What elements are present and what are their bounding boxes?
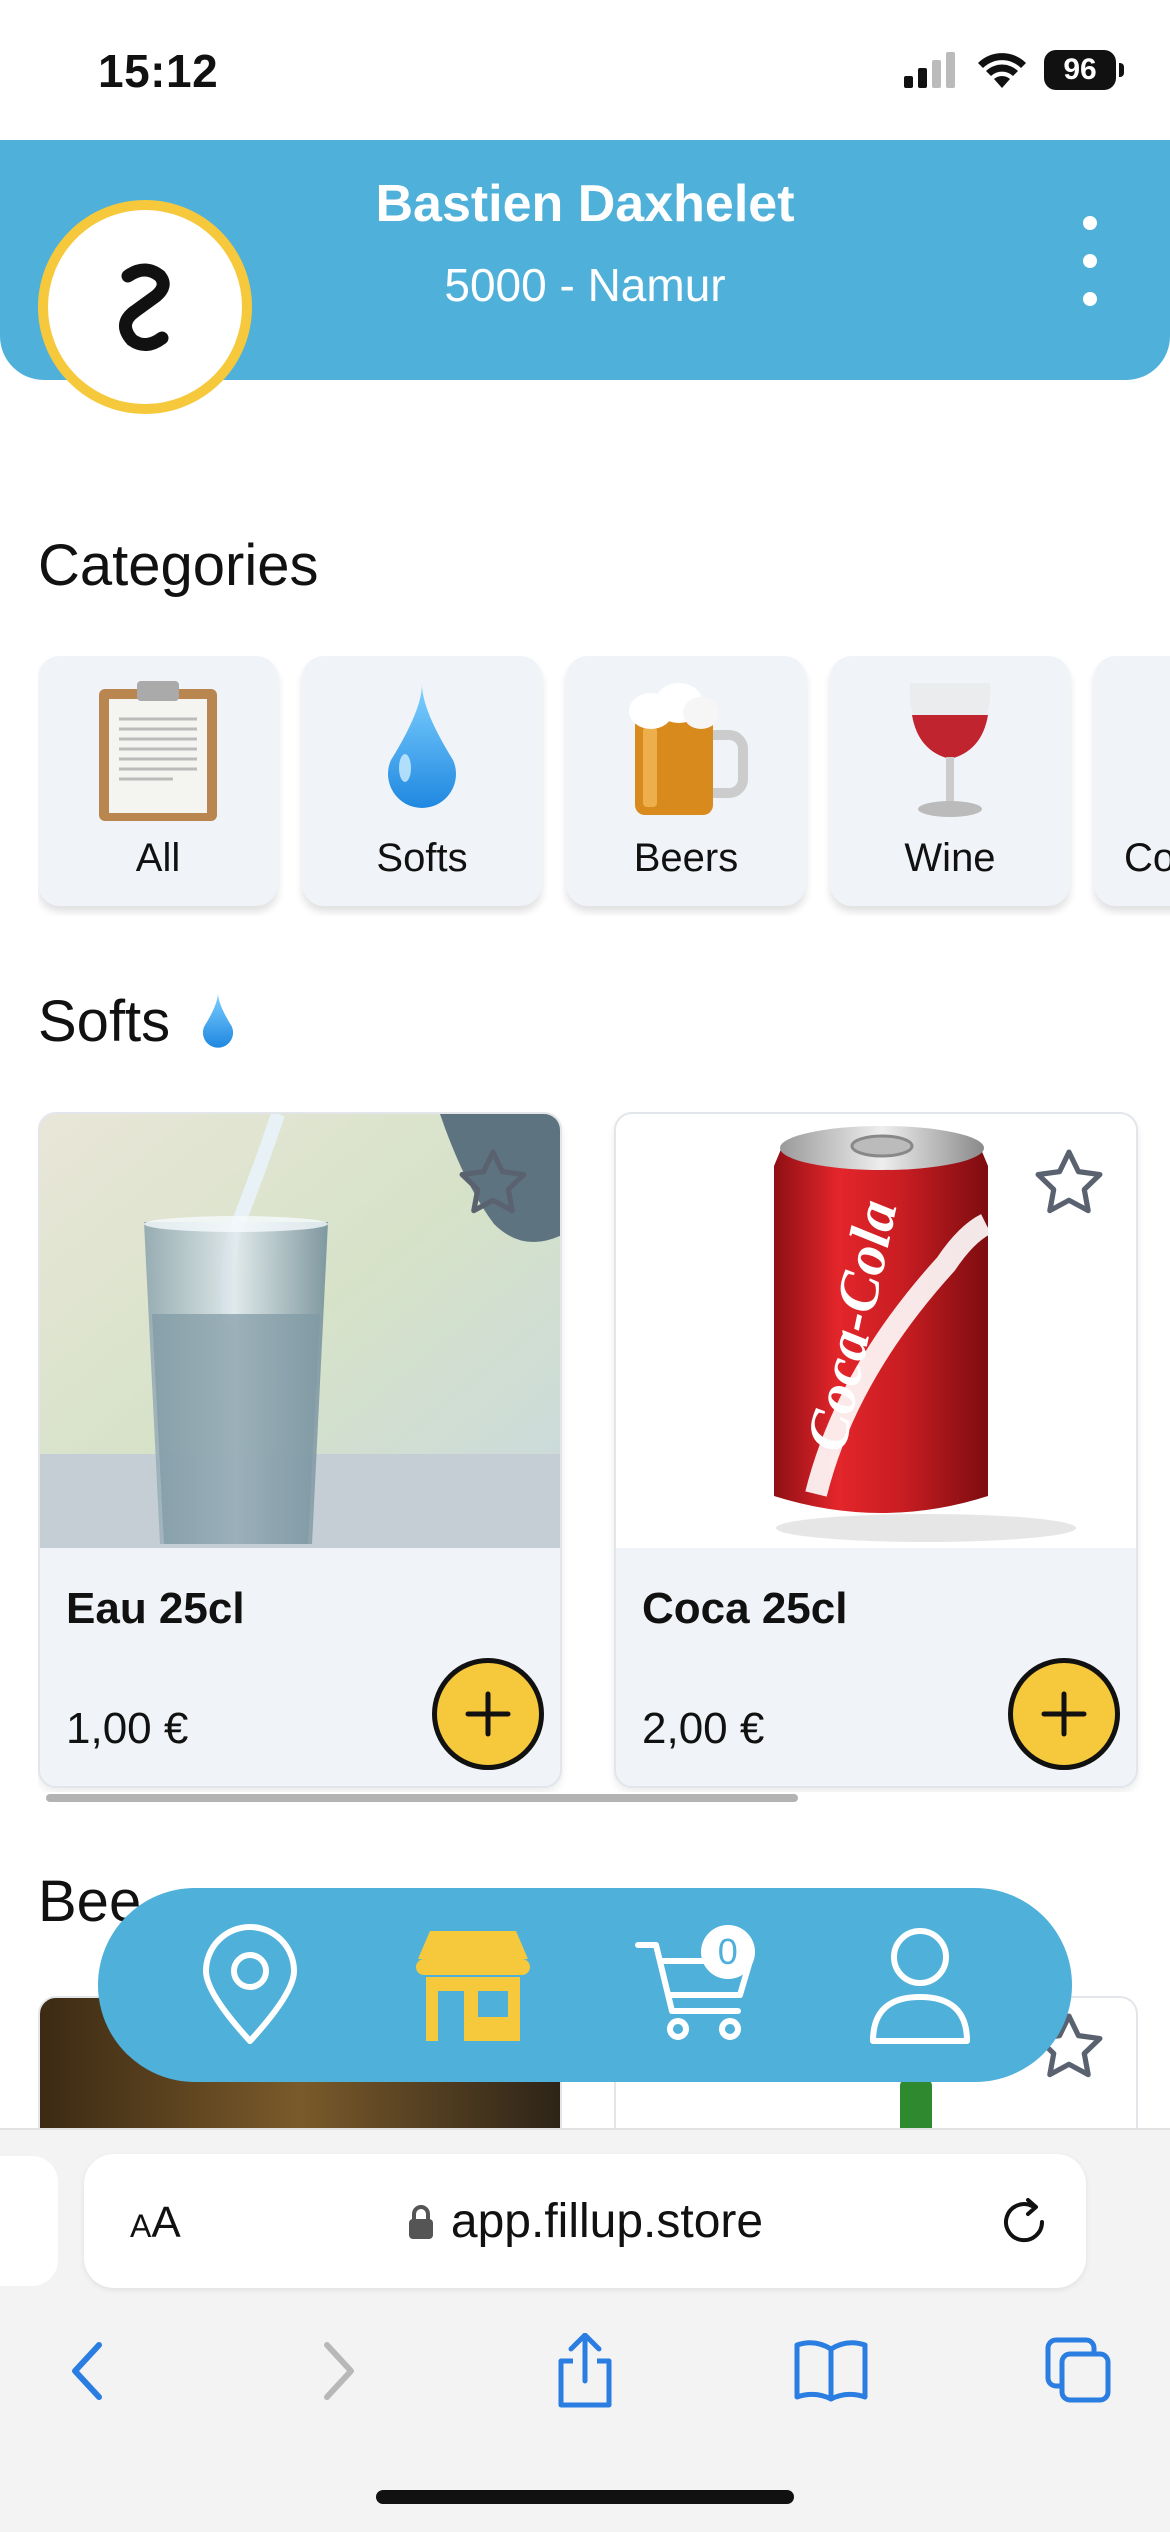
product-name: Coca 25cl (642, 1584, 848, 1633)
plus-icon (1041, 1691, 1087, 1737)
category-label: Beers (633, 836, 739, 880)
category-all[interactable]: All (38, 656, 278, 906)
battery-icon: 96 (1044, 50, 1124, 90)
chevron-left-icon (72, 2342, 102, 2400)
product-card-water[interactable]: Eau 25cl 1,00 € (38, 1112, 562, 1788)
user-icon (870, 1928, 971, 2044)
status-icons: 96 (904, 50, 1124, 90)
bookmarks-button[interactable] (786, 2326, 876, 2416)
profile-header: Bastien Daxhelet 5000 - Namur (0, 140, 1170, 414)
plus-icon (465, 1691, 511, 1737)
softs-title-text: Softs (38, 989, 171, 1054)
app-screen: 15:12 96 Bastien Daxhelet 5000 - Namur C… (0, 0, 1170, 2532)
brand-logo-icon (119, 263, 170, 351)
book-icon (794, 2340, 868, 2402)
categories-title-text: Categories (38, 533, 319, 598)
categories-list[interactable]: All Softs Beers Wine Co (38, 656, 1170, 916)
category-label: Wine (904, 836, 996, 880)
softs-title: Softs (38, 988, 240, 1055)
horizontal-scrollbar[interactable] (46, 1794, 798, 1802)
home-indicator[interactable] (376, 2490, 794, 2504)
beer-mug-icon (629, 683, 748, 815)
tabs-button[interactable] (1034, 2326, 1124, 2416)
category-softs[interactable]: Softs (302, 656, 542, 906)
bottom-navigation: 0 (98, 1888, 1072, 2082)
nav-shop[interactable] (403, 1915, 543, 2055)
back-button[interactable] (42, 2326, 132, 2416)
nav-location[interactable] (180, 1915, 320, 2055)
url-text: app.fillup.store (450, 2195, 764, 2248)
previous-tab[interactable] (0, 2156, 58, 2286)
category-label: Co (1124, 836, 1170, 880)
status-time: 15:12 (98, 45, 219, 97)
favorite-star-icon[interactable] (454, 1144, 532, 1222)
category-wine[interactable]: Wine (830, 656, 1070, 906)
categories-title: Categories (38, 532, 318, 599)
wine-glass-icon (909, 683, 991, 817)
lock-icon (408, 2204, 433, 2239)
category-beers[interactable]: Beers (566, 656, 806, 906)
product-name: Eau 25cl (66, 1584, 245, 1633)
product-price: 1,00 € (66, 1704, 189, 1753)
menu-dot (1083, 292, 1097, 306)
product-card-coca[interactable]: Coca-Cola Coca 25cl 2,00 € (614, 1112, 1138, 1788)
menu-dot (1083, 254, 1097, 268)
clipboard-icon (99, 681, 217, 821)
chevron-right-icon (324, 2342, 354, 2400)
category-partial[interactable]: Co (1094, 656, 1170, 906)
more-menu-button[interactable] (1070, 216, 1110, 306)
category-label: Softs (376, 836, 468, 880)
cellular-signal-icon (904, 52, 955, 88)
cart-count-badge: 0 (700, 1925, 755, 1979)
address-bar[interactable]: AA app.fillup.store (84, 2154, 1086, 2288)
tabs-icon (1045, 2337, 1111, 2403)
nav-cart[interactable]: 0 (627, 1915, 767, 2055)
browser-toolbar (0, 2326, 1170, 2446)
share-button[interactable] (540, 2326, 630, 2416)
location-pin-icon (202, 1924, 297, 2044)
shop-icon (416, 1931, 531, 2041)
nav-profile[interactable] (850, 1915, 990, 2055)
favorite-star-icon[interactable] (1030, 1144, 1108, 1222)
product-image-water (40, 1114, 560, 1548)
add-to-cart-button[interactable] (432, 1658, 544, 1770)
forward-button[interactable] (294, 2326, 384, 2416)
status-bar: 15:12 96 (0, 0, 1170, 140)
menu-dot (1083, 216, 1097, 230)
share-icon (558, 2333, 612, 2408)
product-price: 2,00 € (642, 1704, 765, 1753)
url-display: app.fillup.store (84, 2194, 1086, 2249)
product-image-coca: Coca-Cola (616, 1114, 1136, 1548)
add-to-cart-button[interactable] (1008, 1658, 1120, 1770)
category-label: All (135, 836, 181, 880)
avatar[interactable] (38, 200, 252, 414)
softs-products[interactable]: Eau 25cl 1,00 € Coca-Cola Coca 25cl 2,00… (38, 1112, 1170, 1792)
reload-icon[interactable] (998, 2196, 1050, 2248)
wifi-icon (978, 53, 1026, 88)
droplet-icon (203, 992, 234, 1048)
droplet-icon (388, 684, 456, 808)
browser-chrome: AA app.fillup.store (0, 2128, 1170, 2532)
